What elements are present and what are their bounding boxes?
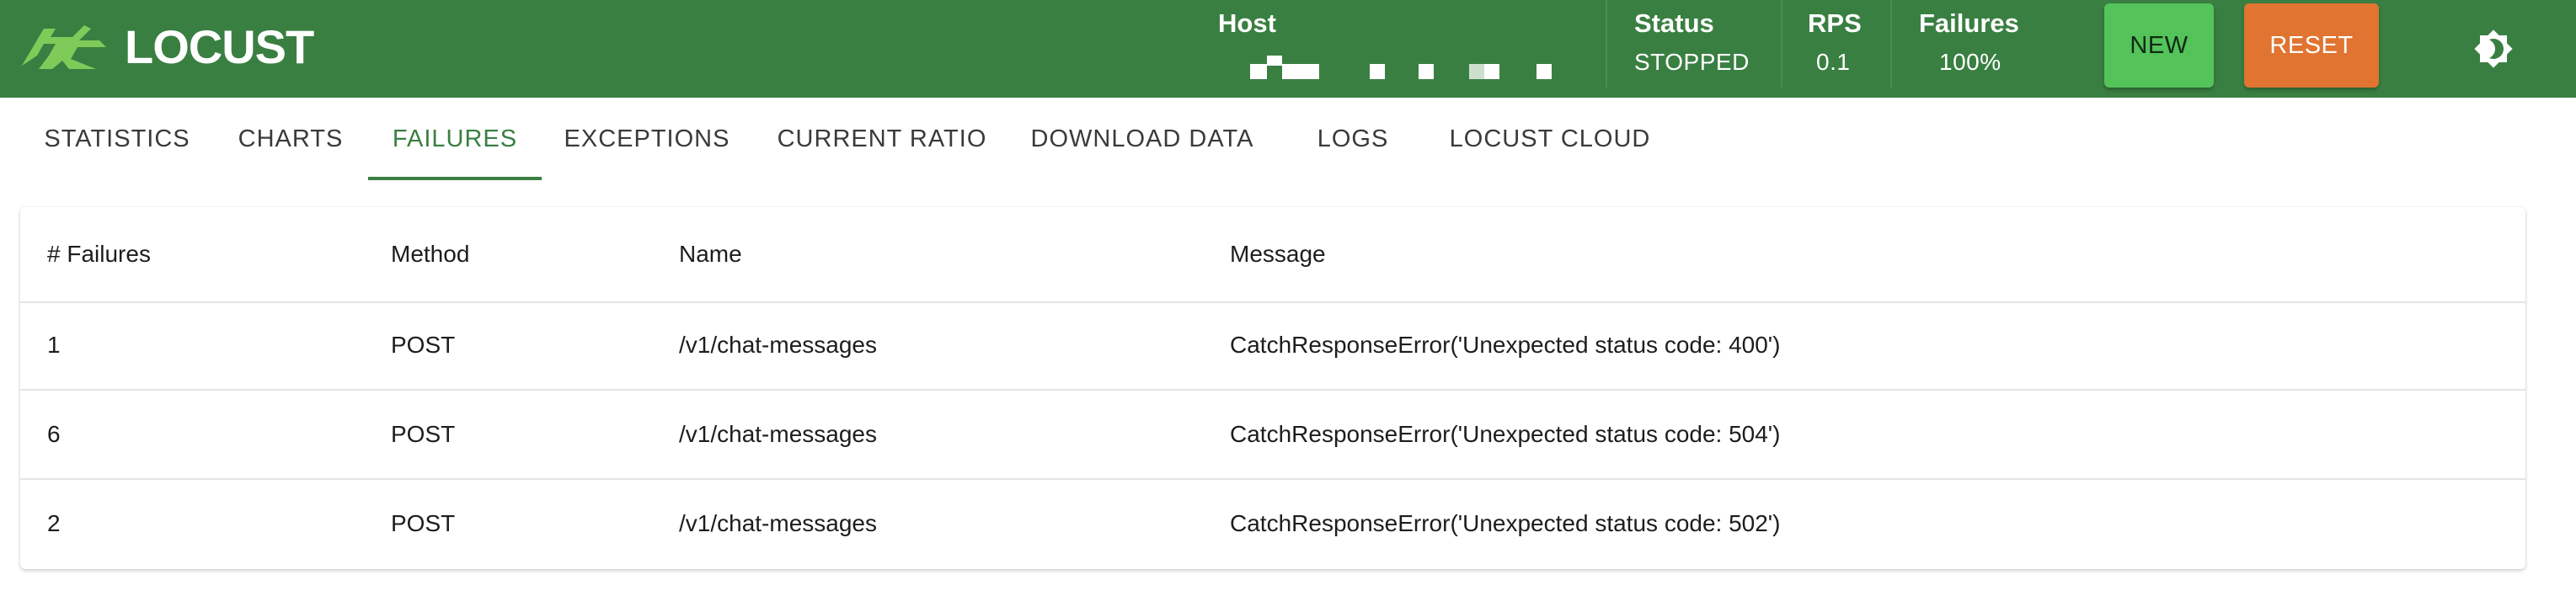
brightness-icon: [2474, 29, 2513, 68]
table-row: 1 POST /v1/chat-messages CatchResponseEr…: [20, 301, 2525, 391]
failures-count-cell: 6: [47, 421, 61, 447]
tab-download-data[interactable]: DOWNLOAD DATA: [1019, 98, 1265, 180]
message-cell: CatchResponseError('Unexpected status co…: [1230, 421, 1781, 447]
status-section: Status STOPPED: [1634, 8, 1750, 76]
tab-failures[interactable]: FAILURES: [368, 98, 542, 180]
tab-current-ratio[interactable]: CURRENT RATIO: [758, 98, 1006, 180]
failures-value: 100%: [1939, 49, 2001, 75]
table-header-row: # Failures Method Name Message: [20, 207, 2525, 303]
header-divider: [1890, 0, 1892, 88]
status-value: STOPPED: [1634, 49, 1750, 75]
status-label: Status: [1634, 8, 1714, 38]
failures-count-cell: 2: [47, 510, 61, 536]
method-cell: POST: [391, 421, 456, 447]
name-cell: /v1/chat-messages: [679, 510, 877, 536]
column-header-message[interactable]: Message: [1230, 207, 1326, 301]
top-app-bar: LOCUST Host Status STOPPED RPS 0.1 Failu…: [0, 0, 2576, 98]
message-cell: CatchResponseError('Unexpected status co…: [1230, 332, 1781, 358]
column-header-name[interactable]: Name: [679, 207, 742, 301]
tab-exceptions[interactable]: EXCEPTIONS: [549, 98, 745, 180]
message-cell: CatchResponseError('Unexpected status co…: [1230, 510, 1781, 536]
rps-value: 0.1: [1816, 49, 1851, 75]
table-row: 2 POST /v1/chat-messages CatchResponseEr…: [20, 480, 2525, 567]
host-section: Host: [1218, 8, 1276, 39]
column-header-failures[interactable]: # Failures: [47, 207, 151, 301]
name-cell: /v1/chat-messages: [679, 421, 877, 447]
locust-logo[interactable]: LOCUST: [19, 20, 314, 73]
failures-table: # Failures Method Name Message 1 POST /v…: [20, 207, 2525, 569]
reset-button[interactable]: RESET: [2244, 3, 2379, 88]
tab-locust-cloud[interactable]: LOCUST CLOUD: [1434, 98, 1666, 180]
failures-section: Failures 100%: [1919, 8, 2019, 76]
failures-count-cell: 1: [47, 332, 61, 358]
failures-label: Failures: [1919, 8, 2019, 38]
host-value-redacted: [1250, 51, 1553, 81]
method-cell: POST: [391, 510, 456, 536]
tab-charts[interactable]: CHARTS: [221, 98, 361, 180]
header-divider: [1781, 0, 1782, 88]
locust-logo-icon: [22, 25, 106, 69]
name-cell: /v1/chat-messages: [679, 332, 877, 358]
tab-logs[interactable]: LOGS: [1297, 98, 1408, 180]
host-label: Host: [1218, 8, 1276, 38]
tab-statistics[interactable]: STATISTICS: [20, 98, 214, 180]
rps-label: RPS: [1808, 8, 1862, 38]
column-header-method[interactable]: Method: [391, 207, 469, 301]
active-tab-indicator: [368, 177, 542, 180]
logo-text: LOCUST: [125, 20, 314, 73]
rps-section: RPS 0.1: [1808, 8, 1862, 76]
header-divider: [1606, 0, 1607, 88]
tab-bar: STATISTICS CHARTS FAILURES EXCEPTIONS CU…: [0, 98, 2576, 182]
new-button[interactable]: NEW: [2104, 3, 2214, 88]
theme-toggle-button[interactable]: [2470, 25, 2517, 72]
table-row: 6 POST /v1/chat-messages CatchResponseEr…: [20, 391, 2525, 480]
method-cell: POST: [391, 332, 456, 358]
